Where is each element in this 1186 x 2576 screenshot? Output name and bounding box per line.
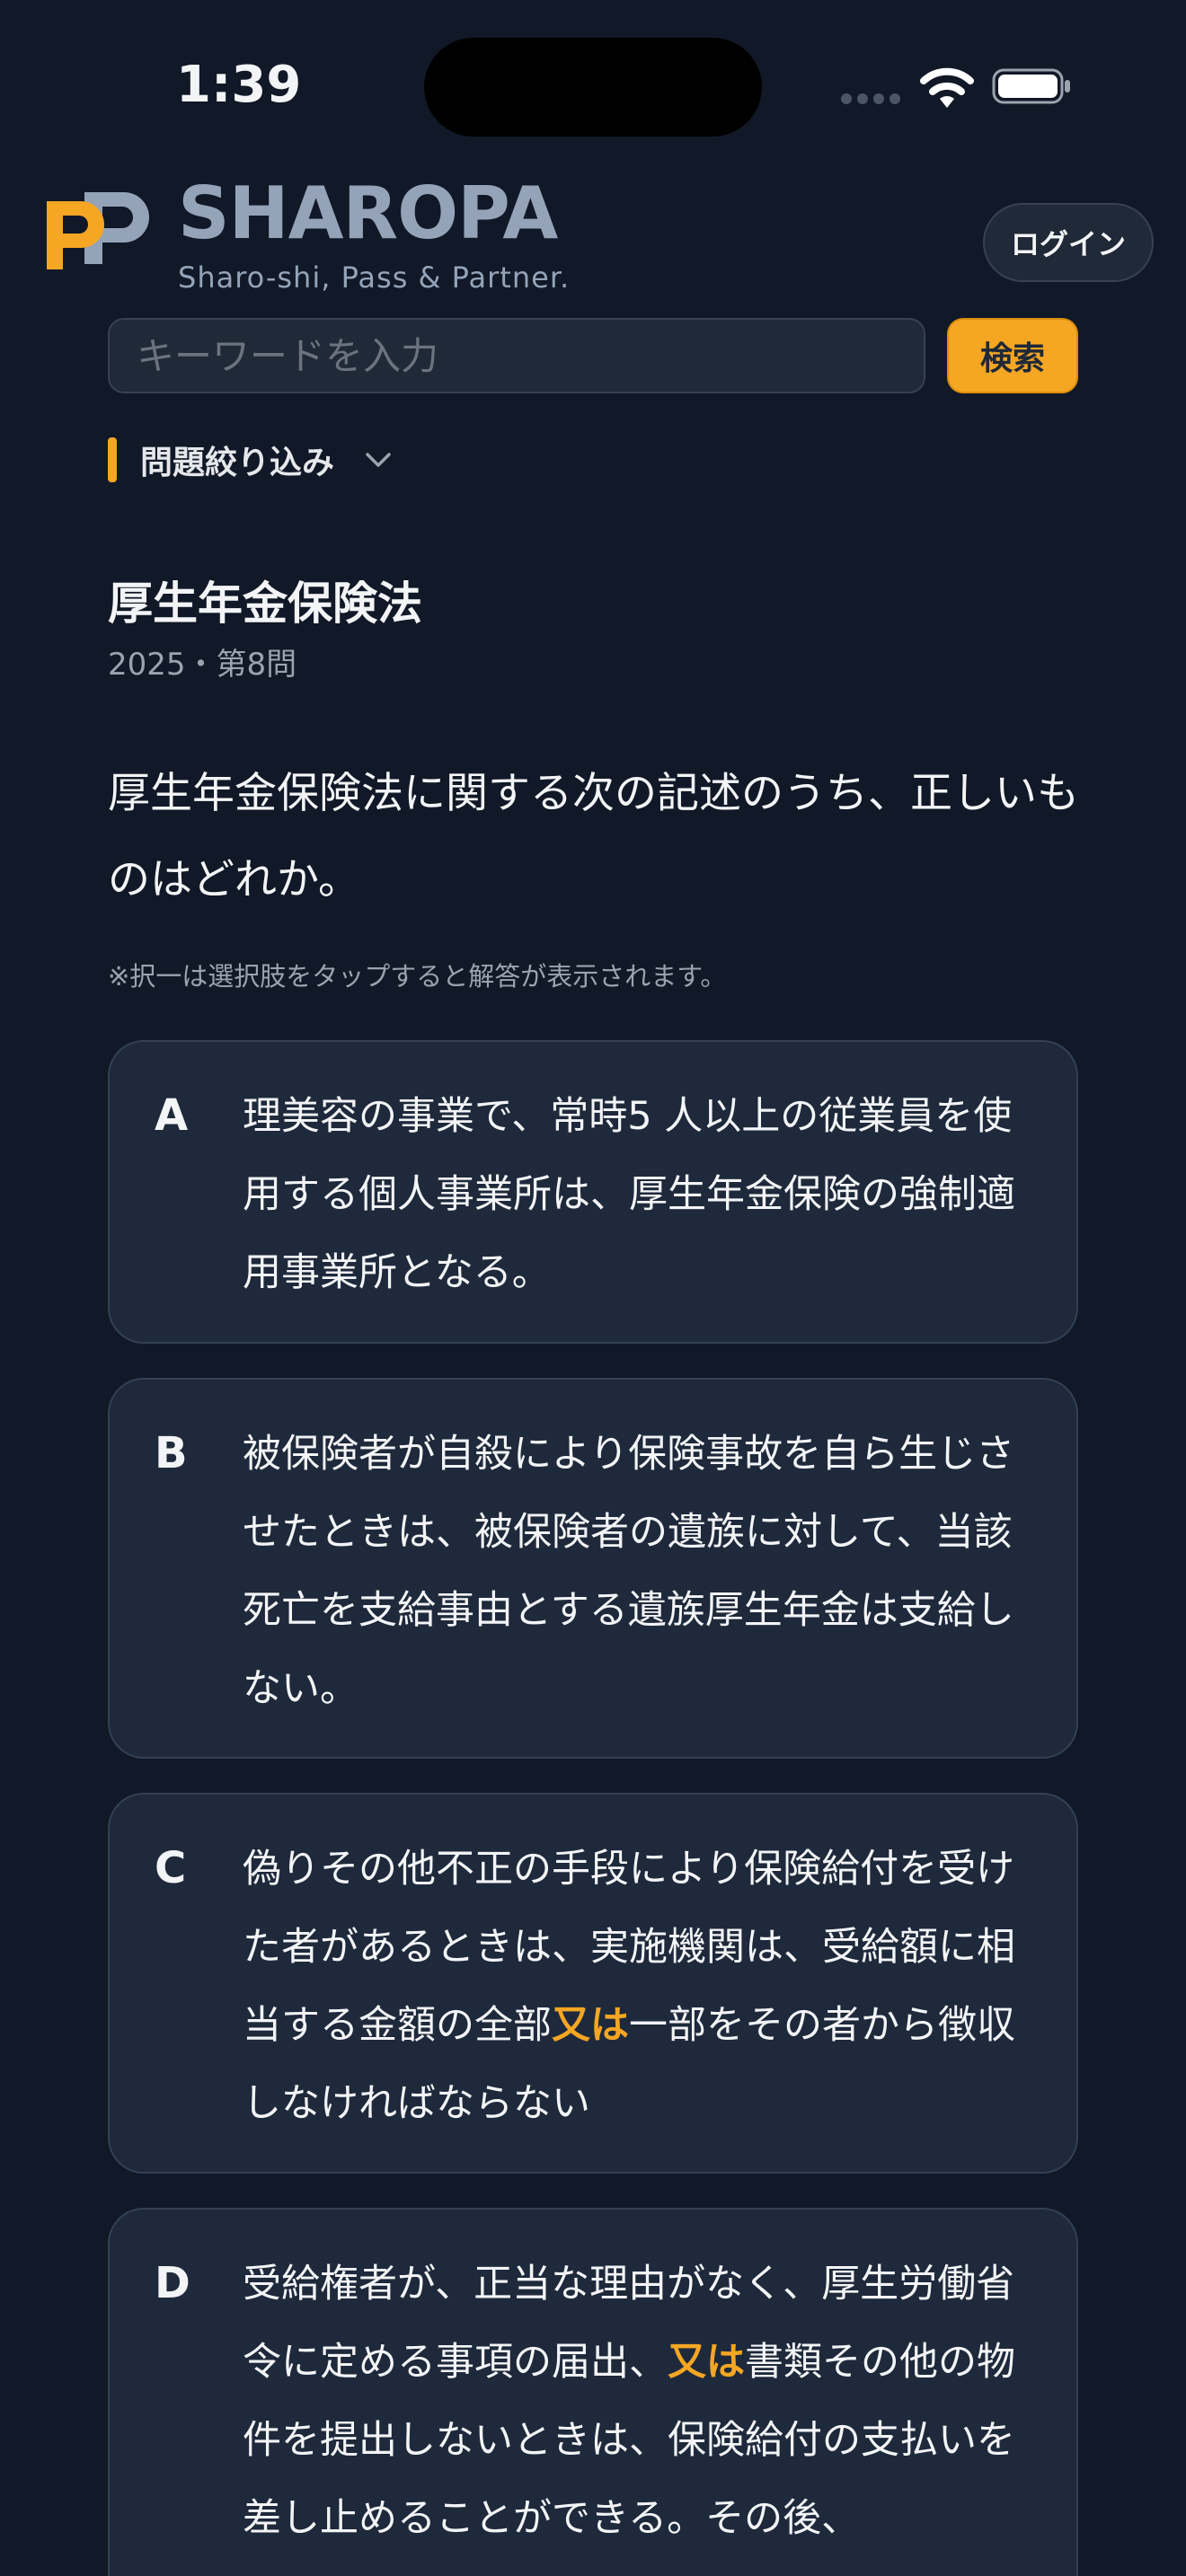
battery-icon: [992, 68, 1070, 104]
choice-text: 偽りその他不正の手段により保険給付を受けた者があるときは、実施機関は、受給額に相…: [243, 1847, 1015, 2126]
choice-card-b[interactable]: B 被保険者が自殺により保険事故を自ら生じさせたときは、被保険者の遺族に対して、…: [108, 1378, 1078, 1759]
question-filter-toggle[interactable]: 問題絞り込み: [108, 435, 392, 485]
login-button[interactable]: ログイン: [983, 203, 1154, 282]
highlight-text: 又は: [552, 2003, 629, 2048]
law-title: 厚生年金保険法: [108, 578, 422, 630]
dynamic-island: [424, 38, 762, 137]
choice-card-c[interactable]: C 偽りその他不正の手段により保険給付を受けた者があるときは、実施機関は、受給額…: [108, 1793, 1078, 2174]
app-screen: 1:39 SHAROPA Sharo-shi, Pass & Partner. …: [0, 0, 1186, 2576]
brand-name: SHAROPA: [178, 172, 558, 255]
chevron-down-icon: [366, 453, 391, 467]
choice-letter: A: [155, 1090, 189, 1141]
filter-label: 問題絞り込み: [140, 445, 335, 481]
choice-letter: D: [155, 2258, 190, 2308]
sharopa-logo-icon: [47, 192, 149, 269]
search-button[interactable]: 検索: [947, 318, 1078, 393]
wifi-icon: [920, 67, 974, 108]
choice-card-d[interactable]: D 受給権者が、正当な理由がなく、厚生労働省令に定める事項の届出、又は書類その他…: [108, 2208, 1078, 2576]
answer-note: ※択一は選択肢をタップすると解答が表示されます。: [108, 961, 727, 992]
choice-letter: C: [155, 1843, 187, 1893]
choice-text: 被保険者が自殺により保険事故を自ら生じさせたときは、被保険者の遺族に対して、当該…: [243, 1432, 1015, 1711]
choice-card-a[interactable]: A 理美容の事業で、常時5 人以上の従業員を使用する個人事業所は、厚生年金保険の…: [108, 1040, 1078, 1344]
question-text: 厚生年金保険法に関する次の記述のうち、正しいものはどれか。: [108, 769, 1079, 904]
choice-text: 受給権者が、正当な理由がなく、厚生労働省令に定める事項の届出、又は書類その他の物…: [243, 2262, 1015, 2541]
question-meta: 2025・第8問: [108, 647, 297, 683]
brand-tagline: Sharo-shi, Pass & Partner.: [178, 260, 571, 295]
filter-accent-bar: [108, 437, 117, 482]
search-input[interactable]: [108, 318, 925, 393]
choice-letter: B: [155, 1428, 188, 1478]
status-time: 1:39: [176, 56, 302, 114]
cellular-signal-icon: [841, 93, 902, 106]
choice-text: 理美容の事業で、常時5 人以上の従業員を使用する個人事業所は、厚生年金保険の強制…: [243, 1094, 1015, 1295]
highlight-text: 又は: [668, 2340, 745, 2385]
